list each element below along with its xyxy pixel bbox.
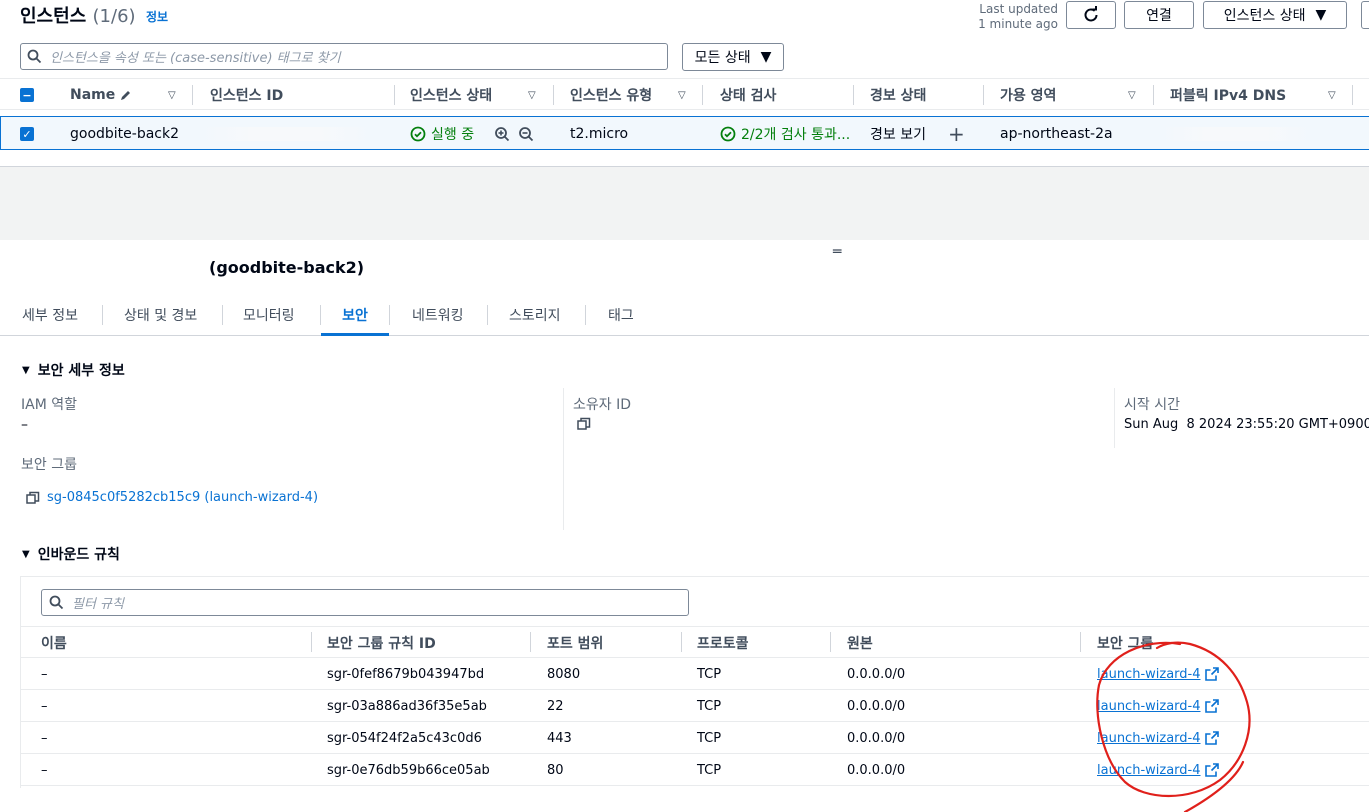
column-rule-id[interactable]: 보안 그룹 규칙 ID (327, 627, 436, 658)
launch-time-label: 시작 시간 (1124, 397, 1180, 413)
refresh-icon (1084, 6, 1098, 22)
launch-time-value: Sun Aug 8 2024 23:55:20 GMT+0900 (1124, 417, 1369, 432)
column-divider (1114, 388, 1115, 448)
column-port-range[interactable]: 포트 범위 (547, 627, 603, 658)
check-circle-icon (410, 126, 426, 142)
search-icon (27, 49, 42, 64)
tab-tags[interactable]: 태그 (608, 296, 634, 334)
zoom-in-icon[interactable] (494, 117, 510, 151)
sort-icon[interactable]: ▽ (528, 90, 536, 101)
column-status-check[interactable]: 상태 검사 (720, 79, 776, 111)
drag-handle-icon[interactable]: ═ (833, 244, 841, 260)
column-divider (563, 388, 564, 530)
column-alarm-status[interactable]: 경보 상태 (870, 79, 926, 111)
column-public-dns[interactable]: 퍼블릭 IPv4 DNS ▽ (1170, 79, 1336, 111)
column-source[interactable]: 원본 (847, 627, 873, 658)
instance-type: t2.micro (570, 126, 629, 142)
details-title: (goodbite-back2) (209, 258, 365, 277)
tab-monitoring[interactable]: 모니터링 (243, 296, 295, 334)
tab-status-alarms[interactable]: 상태 및 경보 (124, 296, 197, 334)
instance-name: goodbite-back2 (70, 126, 180, 142)
edit-icon (121, 91, 131, 100)
caret-down-icon: ▼ (760, 49, 772, 65)
status-filter-select[interactable]: 모든 상태 ▼ (682, 43, 784, 71)
caret-down-icon: ▼ (22, 548, 30, 560)
sort-icon[interactable]: ▽ (168, 90, 176, 101)
tab-networking[interactable]: 네트워킹 (412, 296, 464, 334)
instance-count: (1/6) (92, 6, 136, 27)
add-alarm-icon[interactable]: + (948, 117, 965, 151)
split-panel-divider (0, 166, 1369, 240)
details-tabs: 세부 정보 상태 및 경보 모니터링 보안 네트워킹 스토리지 태그 (0, 296, 1369, 336)
security-details-toggle[interactable]: ▼ 보안 세부 정보 (22, 360, 125, 380)
column-instance-state[interactable]: 인스턴스 상태 ▽ (410, 79, 536, 111)
select-all-checkbox[interactable]: − (20, 79, 34, 111)
search-input[interactable]: 인스턴스을 속성 또는 (case-sensitive) 태그로 찾기 (20, 43, 668, 70)
tab-security[interactable]: 보안 (321, 296, 389, 336)
inbound-rules-toggle[interactable]: ▼ 인바운드 규칙 (22, 544, 120, 564)
filter-placeholder: 필터 규칙 (72, 597, 124, 612)
redacted-instance-id (201, 127, 371, 141)
connect-button[interactable]: 연결 (1124, 1, 1194, 29)
search-placeholder: 인스턴스을 속성 또는 (case-sensitive) 태그로 찾기 (50, 51, 341, 66)
column-instance-type[interactable]: 인스턴스 유형 ▽ (570, 79, 686, 111)
filter-rules-input[interactable]: 필터 규칙 (41, 589, 689, 616)
info-link[interactable]: 정보 (146, 8, 168, 25)
sort-icon[interactable]: ▽ (1128, 90, 1136, 101)
sort-icon[interactable]: ▽ (1328, 90, 1336, 101)
security-group-link[interactable]: sg-0845c0f5282cb15c9 (launch-wizard-4) (47, 490, 318, 505)
sort-icon[interactable]: ▽ (678, 90, 686, 101)
refresh-button[interactable] (1066, 1, 1116, 29)
iam-role-value: – (21, 417, 28, 433)
redacted-public-dns (1161, 127, 1311, 141)
caret-down-icon: ▼ (22, 364, 30, 376)
security-groups-label: 보안 그룹 (21, 457, 77, 473)
instance-row[interactable]: ✓ goodbite-back2 실행 중 t2.micro 2/2개 검사 통… (0, 116, 1369, 150)
owner-id-label: 소유자 ID (573, 397, 631, 413)
instance-state: 실행 중 (410, 117, 474, 151)
actions-button[interactable] (1361, 1, 1369, 29)
check-circle-icon (720, 126, 736, 142)
view-alarms-link[interactable]: 경보 보기 (870, 117, 926, 151)
tab-storage[interactable]: 스토리지 (509, 296, 561, 334)
instance-state-button[interactable]: 인스턴스 상태 ▼ (1203, 1, 1347, 29)
caret-down-icon: ▼ (1315, 7, 1327, 23)
row-checkbox[interactable]: ✓ (20, 117, 34, 151)
copy-icon[interactable] (26, 491, 40, 505)
column-availability-zone[interactable]: 가용 영역 ▽ (1000, 79, 1136, 111)
status-check: 2/2개 검사 통과... (720, 117, 850, 151)
column-name[interactable]: Name ▽ (70, 79, 176, 111)
security-group-item: sg-0845c0f5282cb15c9 (launch-wizard-4) (26, 490, 318, 505)
copy-icon[interactable] (577, 417, 591, 435)
instances-table-header: − Name ▽ 인스턴스 ID 인스턴스 상태 ▽ 인스턴스 유형 ▽ 상태 … (0, 78, 1369, 110)
page-title: 인스턴스 (1/6) (20, 6, 136, 27)
column-rule-name[interactable]: 이름 (41, 627, 67, 658)
tab-details[interactable]: 세부 정보 (22, 296, 78, 334)
availability-zone: ap-northeast-2a (1000, 126, 1113, 142)
zoom-out-icon[interactable] (518, 117, 534, 151)
annotation-circle (1096, 641, 1251, 812)
column-protocol[interactable]: 프로토콜 (697, 627, 749, 658)
iam-role-label: IAM 역할 (21, 397, 77, 413)
search-icon (49, 595, 64, 610)
column-instance-id[interactable]: 인스턴스 ID (210, 79, 283, 111)
last-updated: Last updated 1 minute ago (978, 2, 1058, 31)
